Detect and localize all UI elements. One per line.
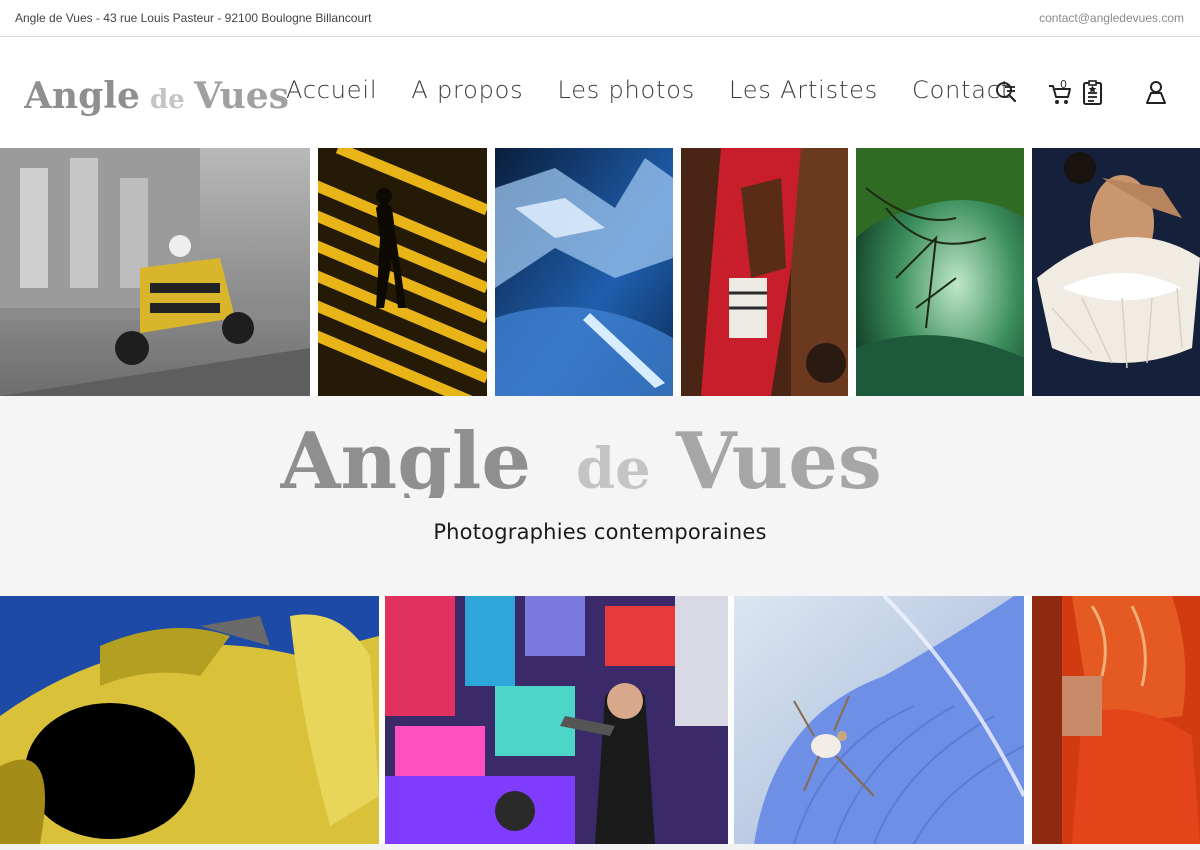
gallery-bottom-row (0, 596, 1200, 844)
top-info-bar: Angle de Vues - 43 rue Louis Pasteur - 9… (0, 0, 1200, 37)
site-logo[interactable]: Angle de Vues (24, 68, 298, 118)
svg-text:Angle: Angle (280, 418, 531, 498)
green-river-photo[interactable] (856, 148, 1024, 396)
address-text: Angle de Vues - 43 rue Louis Pasteur - 9… (15, 11, 372, 25)
brand-band: Angle de Vues Photographies contemporain… (0, 396, 1200, 596)
svg-text:Angle: Angle (24, 75, 140, 117)
cart-count-badge: 0 (1060, 78, 1067, 91)
user-icon[interactable] (1143, 78, 1169, 106)
nav-les-photos[interactable]: Les photos (557, 76, 695, 104)
main-nav: Accueil A propos Les photos Les Artistes… (286, 76, 1045, 104)
brand-logo-large: Angle de Vues (280, 418, 882, 498)
red-sari-woman-photo[interactable] (681, 148, 848, 396)
svg-text:de: de (150, 85, 185, 115)
ballerina-photo[interactable] (1032, 148, 1200, 396)
spider-on-blue-photo[interactable] (734, 596, 1024, 844)
svg-text:de: de (576, 436, 651, 498)
gallery-top-row (0, 148, 1200, 396)
nav-a-propos[interactable]: A propos (411, 76, 523, 104)
race-car-photo[interactable] (0, 148, 310, 396)
svg-text:Vues: Vues (675, 418, 882, 498)
contact-email-link[interactable]: contact@angledevues.com (1039, 11, 1184, 25)
wishlist-clipboard-icon[interactable] (1080, 78, 1106, 106)
tagline: Photographies contemporaines (433, 520, 767, 544)
nav-accueil[interactable]: Accueil (286, 76, 377, 104)
pop-art-times-square-photo[interactable] (385, 596, 728, 844)
yellow-car-photo[interactable] (0, 596, 379, 844)
search-icon[interactable] (993, 78, 1019, 106)
page-bottom-divider (0, 844, 1200, 850)
site-header: Angle de Vues Accueil A propos Les photo… (0, 38, 1200, 148)
orange-dress-photo[interactable] (1032, 596, 1200, 844)
svg-text:Vues: Vues (193, 75, 289, 117)
silhouette-stairs-photo[interactable] (318, 148, 487, 396)
nav-les-artistes[interactable]: Les Artistes (729, 76, 878, 104)
ice-water-photo[interactable] (495, 148, 673, 396)
